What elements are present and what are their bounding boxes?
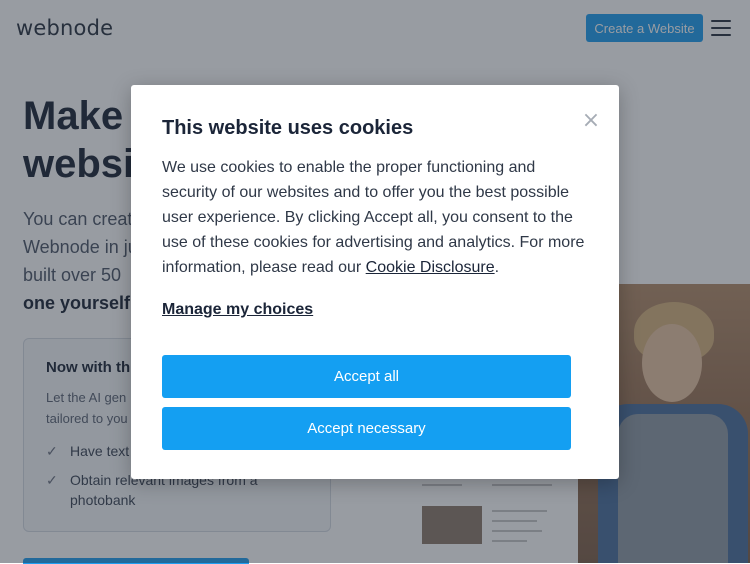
accept-all-button[interactable]: Accept all <box>162 355 571 398</box>
accept-necessary-button[interactable]: Accept necessary <box>162 407 571 450</box>
close-icon[interactable]: × <box>581 110 601 132</box>
dialog-body: We use cookies to enable the proper func… <box>162 159 585 276</box>
cookie-consent-dialog: × This website uses cookies We use cooki… <box>131 85 619 479</box>
manage-choices-link[interactable]: Manage my choices <box>162 301 313 319</box>
dialog-title: This website uses cookies <box>162 117 414 139</box>
cookie-disclosure-link[interactable]: Cookie Disclosure <box>366 259 495 276</box>
